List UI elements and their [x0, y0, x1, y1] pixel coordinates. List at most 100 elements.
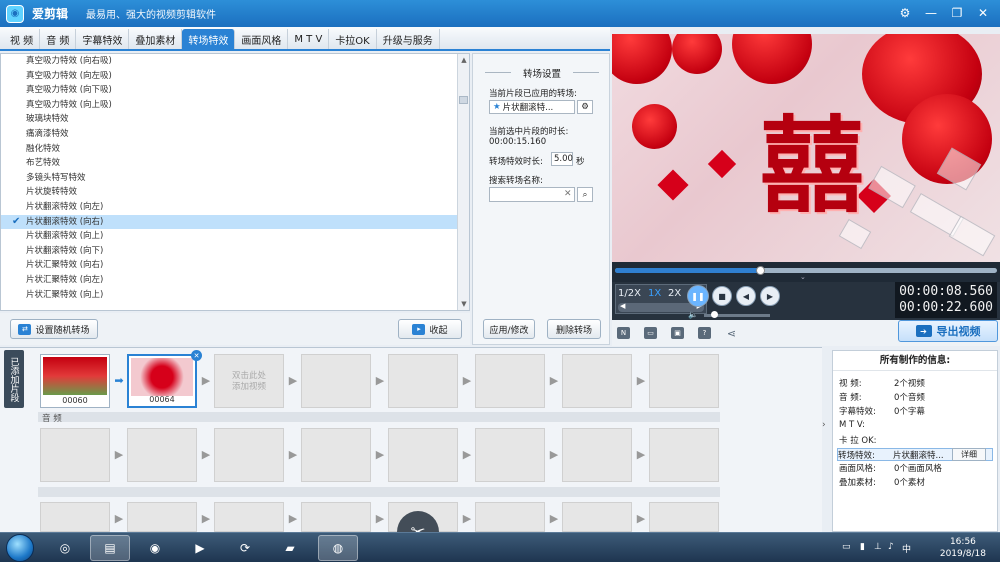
- share-icon[interactable]: ⋖: [725, 327, 738, 340]
- tab-4[interactable]: 转场特效: [182, 29, 236, 49]
- minimize-icon[interactable]: —: [918, 3, 944, 23]
- clip-thumbnail[interactable]: 00064: [127, 354, 197, 408]
- tab-3[interactable]: 叠加素材: [129, 29, 183, 49]
- scroll-down-icon[interactable]: ▼: [458, 298, 470, 310]
- tab-8[interactable]: 升级与服务: [377, 29, 440, 49]
- speed-half[interactable]: 1/2X: [618, 288, 641, 299]
- empty-slot[interactable]: [475, 354, 545, 408]
- speed-double[interactable]: 2X: [668, 288, 681, 299]
- pause-icon[interactable]: ❚❚: [687, 285, 709, 307]
- empty-slot[interactable]: [649, 354, 719, 408]
- clip-thumbnail[interactable]: 00060: [40, 354, 110, 408]
- next-frame-icon[interactable]: ▶: [760, 286, 780, 306]
- progress-track[interactable]: [615, 266, 997, 275]
- apply-button[interactable]: 应用/修改: [483, 319, 535, 339]
- effect-item[interactable]: 片状翻滚特效 (向上): [1, 229, 469, 244]
- playback-progress[interactable]: ⌄: [612, 262, 1000, 282]
- overlay-slot[interactable]: [301, 502, 371, 532]
- scroll-thumb[interactable]: [459, 96, 468, 104]
- previous-frame-icon[interactable]: ◀: [736, 286, 756, 306]
- empty-slot[interactable]: [562, 354, 632, 408]
- notepad-icon[interactable]: ▰: [270, 535, 310, 561]
- preview-transition-icon[interactable]: ⚙: [577, 100, 593, 114]
- effect-item[interactable]: 玻璃块特效: [1, 112, 469, 127]
- aijianji-taskbar-icon[interactable]: ◍: [318, 535, 358, 561]
- effect-item[interactable]: 真空吸力特效 (向左吸): [1, 69, 469, 84]
- effect-item[interactable]: 真空吸力特效 (向下吸): [1, 83, 469, 98]
- effect-item[interactable]: 片状翻滚特效 (向下): [1, 244, 469, 259]
- overlay-slot[interactable]: [649, 502, 719, 532]
- random-transition-button[interactable]: ⇄ 设置随机转场: [10, 319, 98, 339]
- speed-normal[interactable]: 1X: [648, 288, 661, 299]
- overlay-slot[interactable]: [127, 502, 197, 532]
- new-project-icon[interactable]: N: [617, 327, 630, 339]
- effect-item[interactable]: 布艺特效: [1, 156, 469, 171]
- clear-icon[interactable]: ✕: [564, 189, 572, 199]
- save-icon[interactable]: ▣: [671, 327, 684, 339]
- progress-handle[interactable]: [756, 266, 766, 275]
- network-icon[interactable]: ▮: [860, 542, 871, 553]
- tab-0[interactable]: 视 频: [4, 29, 41, 49]
- tab-1[interactable]: 音 频: [40, 29, 77, 49]
- stop-icon[interactable]: ■: [712, 286, 732, 306]
- effect-item[interactable]: 片状翻滚特效 (向左): [1, 200, 469, 215]
- added-clips-tab[interactable]: 已添加片段: [4, 350, 24, 408]
- collapse-button[interactable]: ▸ 收起: [398, 319, 462, 339]
- tab-5[interactable]: 画面风格: [235, 29, 289, 49]
- audio-slot[interactable]: [301, 428, 371, 482]
- effect-item[interactable]: 真空吸力特效 (向右吸): [1, 54, 469, 69]
- scroll-up-icon[interactable]: ▲: [458, 54, 470, 66]
- search-icon[interactable]: ⌕: [577, 187, 593, 202]
- video-preview[interactable]: 囍: [612, 34, 1000, 262]
- list-scrollbar[interactable]: ▲ ▼: [457, 54, 469, 310]
- volume-icon[interactable]: 🔈: [688, 310, 698, 319]
- firefox-icon[interactable]: ◉: [135, 535, 175, 561]
- volume-slider[interactable]: [704, 311, 770, 318]
- audio-slot[interactable]: [214, 428, 284, 482]
- media-player-icon[interactable]: ◎: [45, 535, 85, 561]
- volume-handle[interactable]: [710, 311, 718, 318]
- empty-slot[interactable]: [301, 354, 371, 408]
- file-explorer-icon[interactable]: ▤: [90, 535, 130, 561]
- tab-7[interactable]: 卡拉OK: [329, 29, 377, 49]
- settings-icon[interactable]: ⚙: [892, 3, 918, 23]
- effect-item[interactable]: 融化特效: [1, 142, 469, 157]
- rewind-icon[interactable]: ◀: [620, 302, 625, 310]
- overlay-slot[interactable]: [562, 502, 632, 532]
- ime-icon[interactable]: 中: [902, 542, 913, 555]
- start-button[interactable]: [6, 534, 34, 562]
- effect-item[interactable]: 真空吸力特效 (向上吸): [1, 98, 469, 113]
- effect-item[interactable]: ✔ 片状翻滚特效 (向右): [1, 214, 469, 230]
- chevron-right-icon[interactable]: ›: [822, 420, 830, 450]
- open-folder-icon[interactable]: ▭: [644, 327, 657, 339]
- audio-slot[interactable]: [475, 428, 545, 482]
- empty-slot[interactable]: 双击此处 添加视频: [214, 354, 284, 408]
- speaker-icon[interactable]: ♪: [888, 542, 899, 553]
- effect-item[interactable]: 痛滴漆特效: [1, 127, 469, 142]
- search-input[interactable]: [489, 187, 575, 202]
- detail-button[interactable]: 详细: [952, 448, 986, 461]
- audio-slot[interactable]: [40, 428, 110, 482]
- tab-6[interactable]: M T V: [288, 29, 330, 49]
- effect-duration-input[interactable]: 5.00: [551, 152, 573, 166]
- close-icon[interactable]: ✕: [970, 3, 996, 23]
- audio-slot[interactable]: [388, 428, 458, 482]
- overlay-slot[interactable]: [40, 502, 110, 532]
- effect-item[interactable]: 片状旋转特效: [1, 185, 469, 200]
- maximize-icon[interactable]: ❐: [944, 3, 970, 23]
- effect-item[interactable]: 片状汇聚特效 (向右): [1, 258, 469, 273]
- sync-icon[interactable]: ⟳: [225, 535, 265, 561]
- video-app-icon[interactable]: ▶: [180, 535, 220, 561]
- help-icon[interactable]: ?: [698, 327, 711, 339]
- export-video-button[interactable]: ➔ 导出视频: [898, 320, 998, 342]
- clock[interactable]: 16:56 2019/8/18: [940, 536, 986, 560]
- overlay-slot[interactable]: [214, 502, 284, 532]
- tab-2[interactable]: 字幕特效: [76, 29, 130, 49]
- chevron-down-icon[interactable]: ⌄: [800, 273, 806, 281]
- empty-slot[interactable]: [388, 354, 458, 408]
- delete-transition-button[interactable]: 删除转场: [547, 319, 601, 339]
- audio-slot[interactable]: [649, 428, 719, 482]
- audio-slot[interactable]: [127, 428, 197, 482]
- keyboard-icon[interactable]: ▭: [842, 542, 853, 553]
- effect-item[interactable]: 多镜头特写特效: [1, 171, 469, 186]
